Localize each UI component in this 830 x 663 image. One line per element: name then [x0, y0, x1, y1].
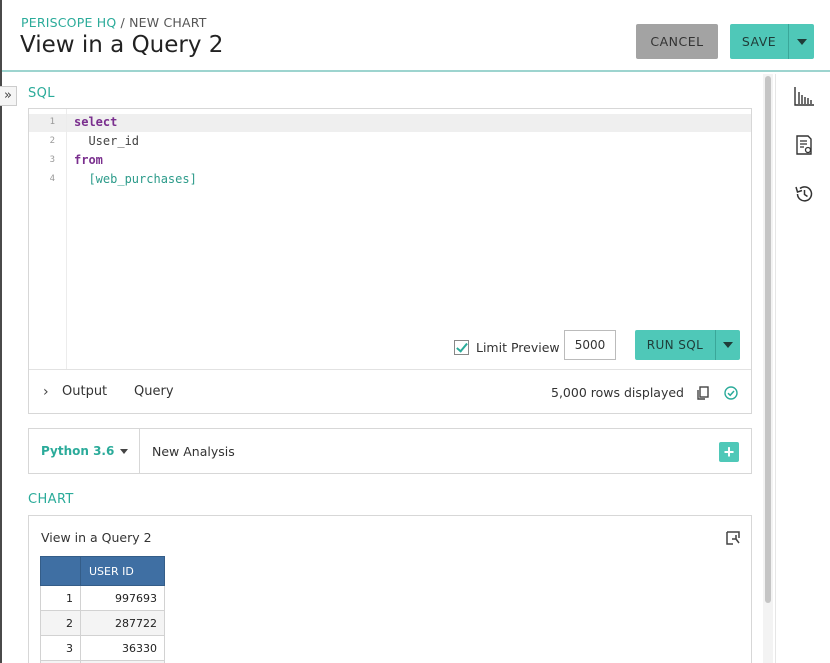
python-version-select[interactable]: Python 3.6	[29, 429, 140, 473]
sql-editor-panel: 1 2 3 4 select User_id from [web_purchas…	[28, 108, 752, 414]
breadcrumb: PERISCOPE HQ / NEW CHART	[21, 15, 207, 30]
limit-value-input[interactable]	[564, 330, 616, 360]
expand-output-icon[interactable]: ›	[43, 384, 49, 400]
run-sql-button[interactable]: RUN SQL	[635, 330, 715, 360]
page-header: PERISCOPE HQ / NEW CHART View in a Query…	[2, 0, 830, 72]
line-number: 3	[49, 155, 55, 165]
line-number: 2	[49, 136, 55, 146]
chart-settings-icon[interactable]	[726, 531, 740, 545]
limit-preview-label: Limit Preview	[476, 340, 560, 355]
breadcrumb-separator: /	[116, 15, 130, 30]
table-row: 2 287722	[40, 610, 165, 636]
code-line[interactable]: select	[74, 115, 117, 129]
code-line[interactable]: from	[74, 153, 103, 167]
right-tool-rail	[775, 74, 830, 663]
add-analysis-button[interactable]: +	[719, 442, 739, 462]
table-cell: 997693	[80, 585, 165, 611]
history-icon[interactable]	[793, 183, 815, 205]
row-index-cell: 1	[40, 585, 81, 611]
save-button[interactable]: SAVE	[730, 24, 788, 59]
table-row: 1 997693	[40, 585, 165, 611]
python-version-label: Python 3.6	[41, 444, 115, 458]
page-title[interactable]: View in a Query 2	[20, 32, 223, 58]
table-row: 3 36330	[40, 635, 165, 661]
code-line[interactable]: User_id	[74, 134, 139, 148]
results-table: USER ID 1 997693 2 287722 3 36330	[40, 556, 165, 663]
breadcrumb-root-link[interactable]: PERISCOPE HQ	[21, 15, 116, 30]
tab-output[interactable]: Output	[62, 384, 107, 399]
line-number-gutter	[29, 109, 67, 369]
table-header-row: USER ID	[40, 556, 165, 586]
sql-section-label: SQL	[28, 86, 55, 101]
chart-section-label: CHART	[28, 492, 74, 507]
check-circle-icon	[724, 386, 738, 400]
row-index-cell: 2	[40, 610, 81, 636]
python-analysis-bar: Python 3.6 New Analysis +	[28, 428, 752, 474]
copy-icon[interactable]	[696, 386, 710, 400]
limit-preview-checkbox[interactable]	[454, 340, 469, 355]
row-index-cell: 3	[40, 635, 81, 661]
line-number: 4	[49, 174, 55, 184]
rows-displayed-status: 5,000 rows displayed	[551, 385, 684, 400]
analysis-name[interactable]: New Analysis	[152, 444, 235, 459]
chevron-down-icon	[796, 38, 807, 45]
table-cell: 36330	[80, 635, 165, 661]
chart-panel: View in a Query 2 USER ID 1 997693 2 287…	[28, 515, 752, 663]
table-cell: 287722	[80, 610, 165, 636]
run-sql-options-button[interactable]	[715, 330, 740, 360]
cancel-button[interactable]: CANCEL	[636, 24, 718, 59]
table-header-cell	[40, 556, 81, 586]
code-line[interactable]: [web_purchases]	[74, 172, 196, 186]
main-scrollbar-thumb[interactable]	[765, 76, 771, 603]
chart-title: View in a Query 2	[41, 530, 152, 545]
active-line-highlight	[29, 114, 751, 132]
breadcrumb-current: NEW CHART	[129, 15, 207, 30]
chevron-down-icon	[723, 342, 733, 348]
chart-type-icon[interactable]	[793, 85, 815, 107]
chevron-down-icon	[120, 449, 128, 454]
chart-settings-doc-icon[interactable]	[793, 134, 815, 156]
tab-query[interactable]: Query	[134, 384, 174, 399]
save-options-button[interactable]	[788, 24, 814, 59]
sidebar-toggle-button[interactable]: »	[0, 86, 17, 106]
output-bar: › Output Query 5,000 rows displayed	[29, 369, 751, 413]
line-number: 1	[49, 117, 55, 127]
table-header-cell[interactable]: USER ID	[80, 556, 165, 586]
